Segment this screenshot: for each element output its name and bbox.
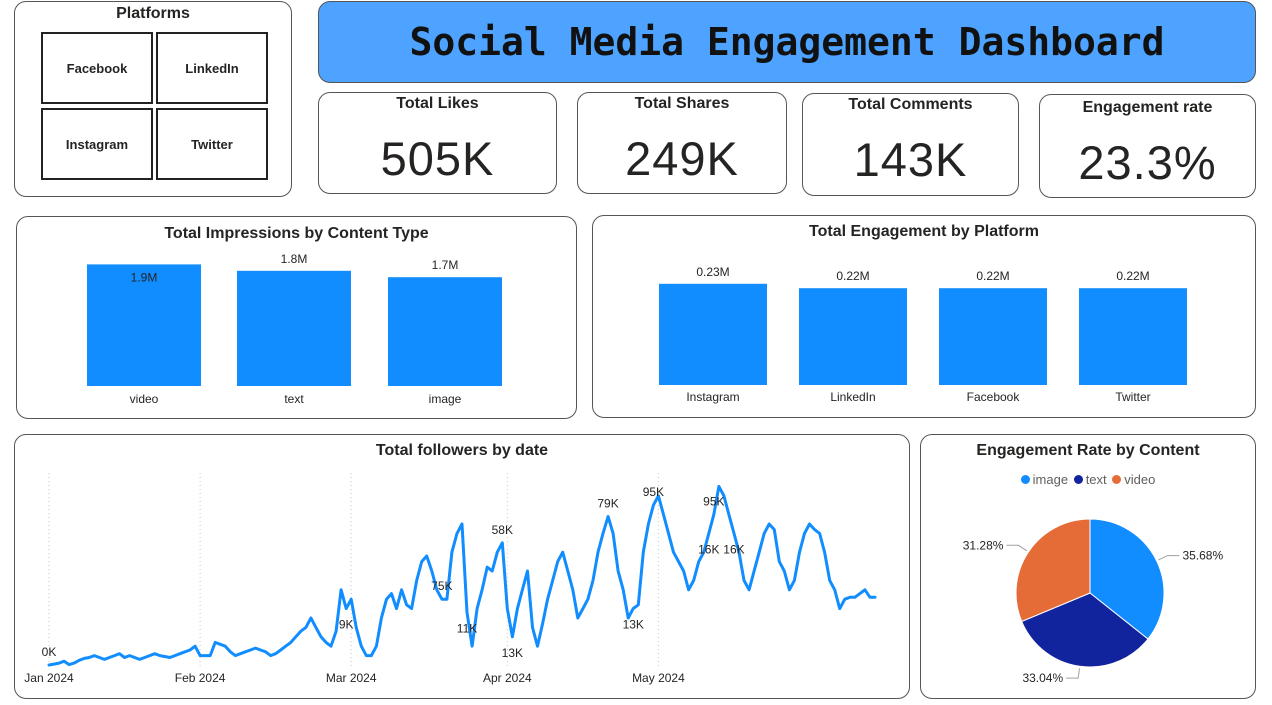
kpi-label: Engagement rate [1082, 99, 1213, 116]
pie-leader-line [1158, 555, 1180, 561]
kpi-card-total-likes: Total Likes 505K [318, 92, 557, 194]
pie-leader-line [1066, 668, 1081, 679]
engagement-rate-by-content-card: Engagement Rate by Content image text vi… [920, 434, 1256, 699]
line-data-label: 79K [597, 496, 618, 510]
x-tick-label: Facebook [967, 390, 1021, 404]
bar-data-label: 0.22M [976, 269, 1009, 283]
bar-image [388, 277, 502, 386]
pie-data-label: 31.28% [963, 538, 1004, 552]
engagement-by-platform-card: Total Engagement by Platform 0.23M Instag… [592, 215, 1256, 418]
x-tick-label: Mar 2024 [326, 671, 377, 685]
engagement-bar-chart: 0.23M Instagram 0.22M LinkedIn 0.22M Facebook… [659, 265, 1187, 404]
engagement-rate-pie-chart: 35.68% 33.04% 31.28% [963, 518, 1223, 685]
followers-by-date-card: Total followers by date Jan 2024 Feb 2024… [14, 434, 910, 699]
impressions-by-content-card: Total Impressions by Content Type 1.9M vi… [16, 216, 577, 419]
platform-button-instagram[interactable]: Instagram [41, 108, 153, 180]
kpi-label: Total Shares [634, 95, 730, 112]
line-data-label: 9K [339, 618, 354, 632]
bar-Twitter [1079, 288, 1187, 385]
kpi-value: 505K [380, 132, 495, 185]
line-data-label: 95K [703, 495, 724, 509]
x-tick-label: text [284, 392, 304, 406]
line-data-label: 75K [431, 579, 452, 593]
pie-data-label: 35.68% [1182, 549, 1223, 563]
x-tick-label: image [429, 392, 462, 406]
dashboard-title-banner: Social Media Engagement Dashboard [318, 1, 1256, 83]
x-tick-label: LinkedIn [830, 390, 875, 404]
x-tick-label: Apr 2024 [483, 671, 532, 685]
line-data-label: 16K [698, 542, 719, 556]
line-data-label: 11K [457, 621, 477, 635]
bar-Instagram [659, 283, 767, 385]
bar-data-label: 0.23M [696, 265, 729, 279]
kpi-label: Total Likes [396, 95, 479, 112]
kpi-value: 249K [625, 132, 739, 185]
bar-LinkedIn [799, 288, 907, 385]
platforms-card: Platforms Facebook LinkedIn Instagram Tw… [14, 1, 292, 197]
followers-line-chart: Jan 2024 Feb 2024 Mar 2024 Apr 2024 May 2024… [24, 435, 895, 685]
kpi-label: Total Comments [848, 96, 973, 113]
bar-data-label: 0.22M [1116, 269, 1149, 283]
kpi-value: 23.3% [1078, 136, 1217, 189]
line-data-label: 95K [643, 485, 664, 499]
dashboard-title: Social Media Engagement Dashboard [409, 20, 1165, 64]
x-tick-label: Twitter [1115, 390, 1150, 404]
followers-series-line [47, 484, 877, 667]
platform-button-facebook[interactable]: Facebook [41, 32, 153, 104]
platforms-title: Platforms [116, 5, 190, 22]
platform-button-linkedin[interactable]: LinkedIn [156, 32, 268, 104]
line-data-label: 36K [874, 435, 895, 438]
bar-Facebook [939, 288, 1047, 385]
bar-data-label: 1.9M [131, 270, 158, 284]
platform-button-twitter[interactable]: Twitter [156, 108, 268, 180]
bar-data-label: 0.22M [836, 269, 869, 283]
kpi-card-engagement-rate: Engagement rate 23.3% [1039, 94, 1256, 198]
x-tick-label: video [130, 392, 159, 406]
line-data-label: 13K [623, 618, 644, 632]
line-data-label: 58K [492, 523, 513, 537]
x-tick-label: Instagram [686, 390, 739, 404]
bar-data-label: 1.8M [281, 252, 308, 266]
bar-data-label: 1.7M [432, 258, 459, 272]
x-tick-label: May 2024 [632, 671, 685, 685]
line-data-label: 16K [723, 542, 744, 556]
x-tick-label: Feb 2024 [175, 671, 226, 685]
pie-leader-line [1006, 544, 1028, 552]
x-tick-label: Jan 2024 [24, 671, 74, 685]
line-data-label: 0K [42, 645, 57, 659]
kpi-value: 143K [853, 133, 968, 186]
line-data-label: 13K [502, 646, 523, 660]
impressions-bar-chart: 1.9M video 1.8M text 1.7M image [87, 252, 502, 406]
bar-text [237, 270, 351, 386]
kpi-card-total-shares: Total Shares 249K [577, 92, 787, 194]
pie-data-label: 33.04% [1022, 671, 1063, 685]
kpi-card-total-comments: Total Comments 143K [802, 93, 1019, 196]
